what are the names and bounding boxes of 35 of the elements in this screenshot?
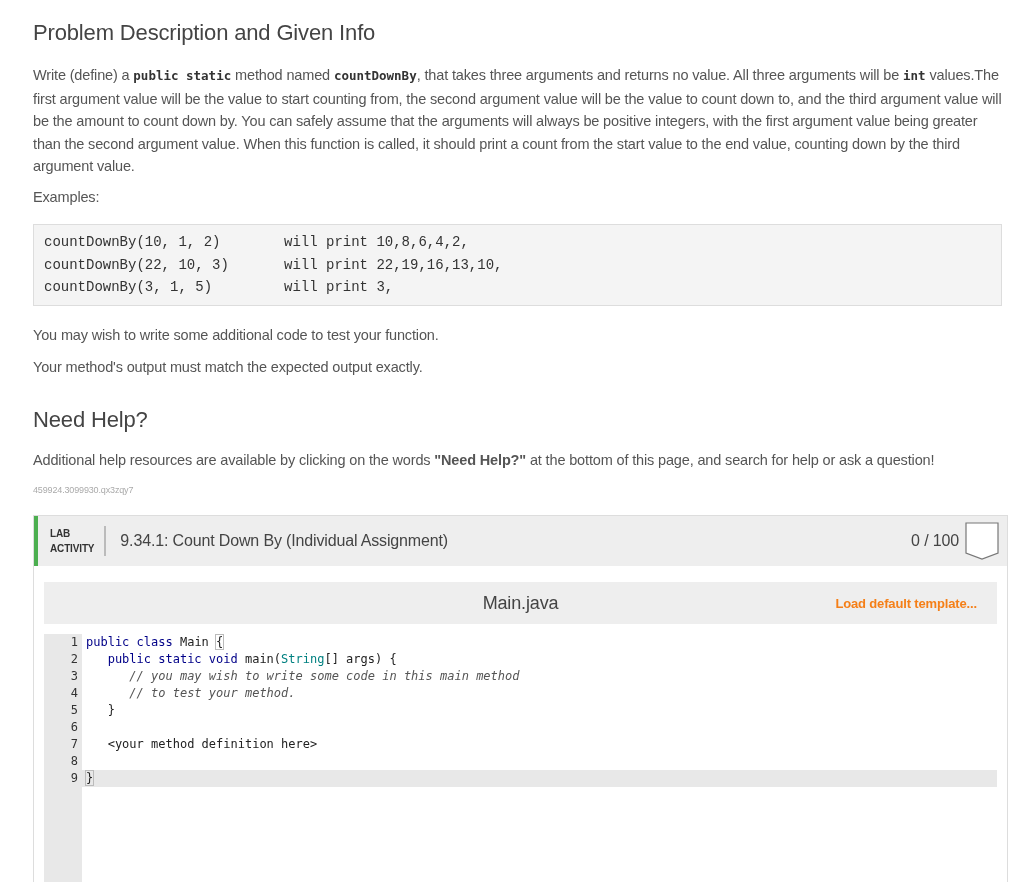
line-number: 6	[44, 719, 82, 736]
code-line: public static void main(String[] args) {	[106, 652, 397, 666]
code-line: }	[106, 703, 115, 717]
examples-label: Examples:	[33, 187, 101, 207]
line-number: 1	[44, 634, 82, 651]
section-heading: Need Help?	[33, 406, 149, 433]
code-line: // to test your method.	[128, 686, 296, 700]
section-heading: Problem Description and Given Info	[33, 20, 377, 46]
help-paragraph: Additional help resources are available by clicking on the words "Need Help?" at the bottom of this page, and search for help or ask a question!	[33, 450, 936, 470]
code-line: public class Main {	[86, 635, 224, 649]
code-line: <your method definition here>	[106, 737, 318, 751]
code-editor[interactable]: 1 public class Main { 2 public static void main(String[] args) { 3 // you may wish to write some code in this main method 4 // to test your method. 5 } 6 7 <your method definition here> 8 9 }	[44, 624, 997, 882]
line-number: 2	[44, 651, 82, 668]
activity-title: 9.34.1: Count Down By (Individual Assignment)	[120, 532, 449, 550]
completion-badge-icon	[965, 522, 999, 560]
example-output: will print 22,19,16,13,10,	[284, 255, 503, 275]
example-call: countDownBy(10, 1, 2)	[44, 233, 222, 252]
example-call: countDownBy(3, 1, 5)	[44, 278, 214, 297]
example-call: countDownBy(22, 10, 3)	[44, 255, 230, 275]
line-number: 4	[44, 685, 82, 702]
note-text: You may wish to write some additional code to test your function.	[33, 325, 440, 345]
file-name: Main.java	[482, 592, 559, 614]
id-code: 459924.3099930.qx3zqy7	[33, 485, 135, 495]
code-line: // you may wish to write some code in this main method	[128, 669, 520, 683]
example-output: will print 10,8,6,4,2,	[284, 233, 469, 252]
line-number: 5	[44, 702, 82, 719]
line-number: 3	[44, 668, 82, 685]
code-line: }	[86, 771, 94, 785]
line-number: 7	[44, 736, 82, 753]
activity-label: LAB ACTIVITY	[50, 526, 107, 556]
example-output: will print 3,	[284, 278, 394, 297]
note-text: Your method's output must match the expected output exactly.	[33, 358, 424, 377]
description-paragraph: Write (define) a public static method named countDownBy, that takes three arguments and returns no value. All three arguments will be int values.The first argument value will be the value to start counting from, the second argument value will be the value to count down to, and the third argument value will be the amount to count down by. You can safely assume that the arguments will always be positive integers, with the first argument value being greater than the second argument value. When this function is called, it should print a count from the start value to the end value, counting down by the third argument value.	[33, 66, 1002, 176]
line-number: 8	[44, 753, 82, 770]
score-text: 0 / 100	[911, 532, 959, 550]
